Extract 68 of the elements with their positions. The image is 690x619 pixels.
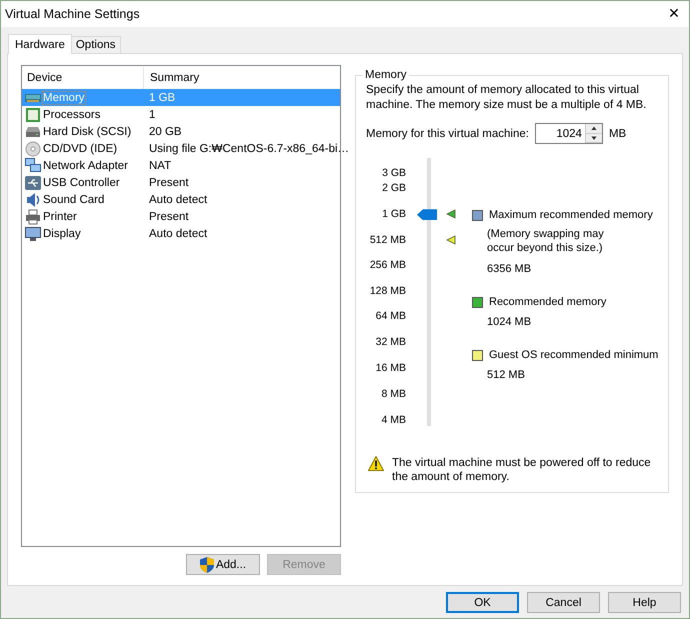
tick-label: 128 MB [370, 285, 406, 297]
memory-spinbox[interactable]: 1024 [534, 123, 603, 144]
legend-title: Recommended memory [489, 296, 606, 308]
tick-label: 512 MB [370, 234, 406, 246]
tick-label: 256 MB [370, 259, 406, 271]
legend-title: Guest OS recommended minimum [489, 349, 658, 361]
device-summary: Present [148, 176, 189, 188]
tab[interactable]: Hardware [8, 34, 72, 54]
device-summary: Auto detect [148, 228, 208, 240]
tab[interactable]: Options [70, 36, 120, 53]
warning-icon [368, 456, 384, 471]
window-title: Virtual Machine Settings [5, 7, 140, 21]
device-name: Sound Card [43, 194, 104, 206]
device-name: Processors [43, 108, 101, 120]
device-summary: 1 GB [148, 92, 176, 104]
monitor-icon [25, 226, 41, 242]
legend-title: Maximum recommended memory [489, 209, 653, 221]
warning-text: The virtual machine must be powered off to reduce the amount of memory. [392, 456, 652, 484]
legend-value: 6356 MB [487, 263, 532, 275]
tick-label: 32 MB [376, 336, 406, 348]
dialog-button[interactable]: Cancel [527, 592, 600, 613]
tick-label: 3 GB [382, 167, 406, 179]
device-summary: Using file G:₩CentOS-6.7-x86_64-bi… [148, 142, 350, 154]
device-name: CD/DVD (IDE) [43, 142, 118, 154]
field-label: Memory for this virtual machine: [366, 128, 529, 140]
device-row[interactable]: Processors 1 [22, 106, 340, 123]
disc-icon [25, 140, 41, 156]
device-row[interactable]: Network Adapter NAT [22, 157, 340, 174]
device-name: Memory [43, 92, 85, 104]
close-button[interactable]: ✕ [659, 1, 689, 27]
device-name: Hard Disk (SCSI) [43, 126, 132, 138]
usb-icon [25, 174, 41, 190]
device-name: Display [43, 228, 81, 240]
device-summary: 20 GB [148, 126, 182, 138]
network-monitors-icon [25, 158, 41, 174]
device-summary: Present [148, 210, 189, 222]
device-summary: Auto detect [148, 194, 208, 206]
device-summary: NAT [148, 160, 172, 172]
tick-label: 16 MB [376, 362, 406, 374]
device-name: USB Controller [43, 176, 120, 188]
printer-icon [25, 208, 41, 224]
shield-icon [200, 556, 214, 572]
tick-label: 64 MB [376, 310, 406, 322]
device-row[interactable]: Hard Disk (SCSI) 20 GB [22, 123, 340, 140]
unit-label: MB [608, 128, 626, 140]
slider-thumb[interactable] [417, 209, 437, 220]
tick-label: 8 MB [381, 388, 406, 400]
device-row[interactable]: Sound Card Auto detect [22, 191, 340, 208]
device-row[interactable]: Display Auto detect [22, 225, 340, 242]
dialog-button[interactable]: OK [446, 592, 519, 613]
device-row[interactable]: USB Controller Present [22, 174, 340, 191]
add-button[interactable]: Add... [186, 554, 260, 575]
tick-label: 2 GB [382, 182, 406, 194]
chip-icon [25, 106, 41, 122]
device-summary: 1 [148, 108, 156, 120]
description-text: Specify the amount of memory allocated to this virtual machine. The memory size must be a multiple of 4 MB. [366, 83, 648, 113]
speaker-icon [25, 192, 41, 208]
device-name: Network Adapter [43, 160, 128, 172]
device-row[interactable]: Printer Present [22, 208, 340, 225]
tick-label: 1 GB [382, 208, 406, 220]
tick-label: 4 MB [381, 414, 406, 426]
column-header[interactable]: Summary [144, 67, 200, 89]
dialog-button[interactable]: Help [608, 592, 681, 613]
device-name: Printer [43, 210, 77, 222]
legend-note: (Memory swapping may occur beyond this size.) [487, 227, 605, 255]
legend-value: 512 MB [487, 369, 526, 381]
legend-value: 1024 MB [487, 316, 532, 328]
group-title: Memory [364, 69, 408, 81]
